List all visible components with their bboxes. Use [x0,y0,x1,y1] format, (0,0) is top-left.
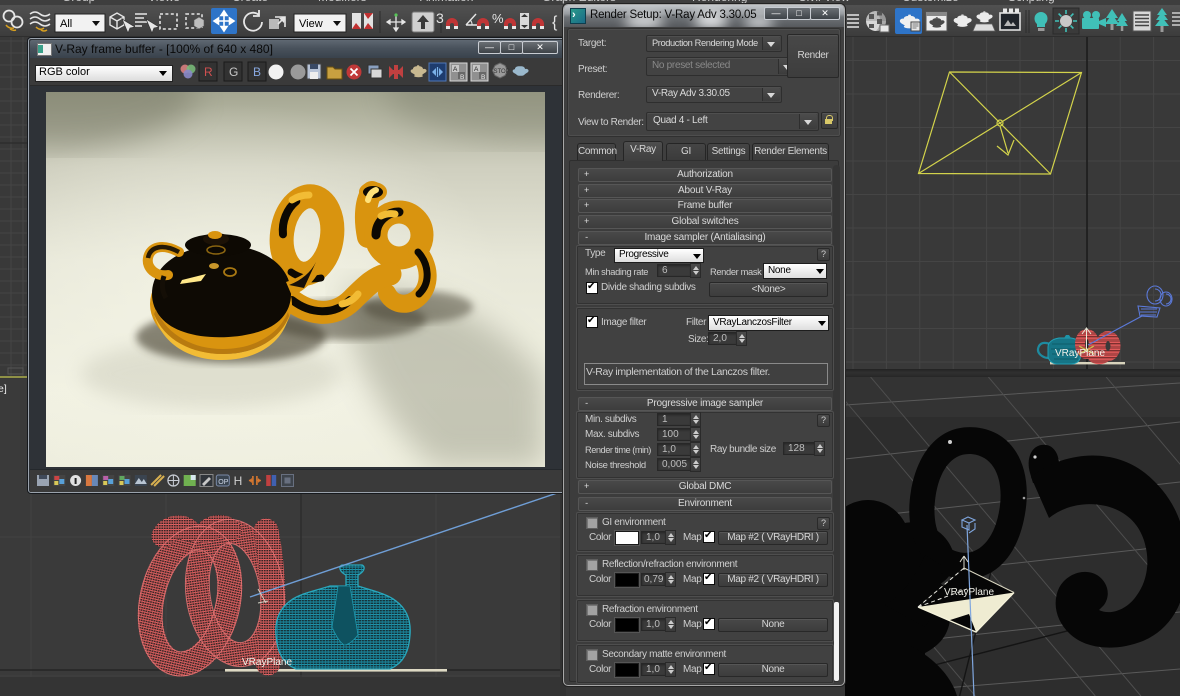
svg-text:G: G [229,65,238,79]
svg-text:H: H [234,474,243,488]
svg-text:VRayPlane: VRayPlane [242,657,292,668]
svg-text:A: A [453,66,458,73]
svg-text:B: B [460,74,464,81]
svg-text:View: View [299,18,323,30]
svg-text:A: A [474,66,479,73]
svg-text:B: B [481,74,485,81]
svg-text:e]: e] [0,383,7,395]
svg-text:STOP: STOP [494,69,510,75]
svg-text:R: R [204,65,213,79]
svg-text:All: All [60,18,72,30]
svg-text:%: % [492,11,504,26]
svg-text:{: { [552,14,558,31]
svg-text:B: B [253,65,261,79]
svg-text:3: 3 [436,10,444,26]
svg-text:OP: OP [218,479,228,486]
svg-text:VRayPlane: VRayPlane [944,587,994,598]
svg-text:VRayPlane: VRayPlane [1055,348,1105,359]
